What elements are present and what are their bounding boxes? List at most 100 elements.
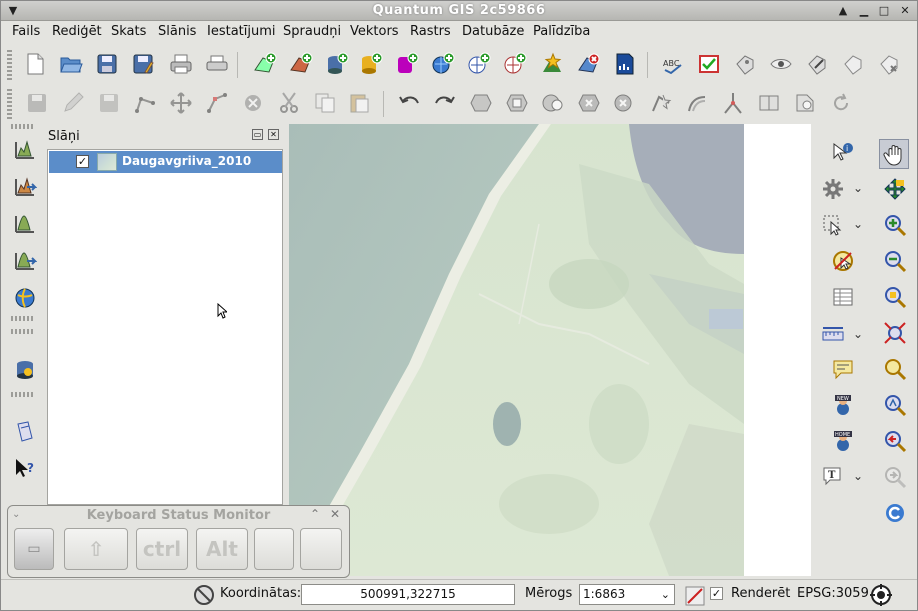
move-feature-icon[interactable] xyxy=(169,91,193,115)
menu-plugins[interactable]: Spraudņi xyxy=(283,24,341,39)
simplify-feature-icon[interactable] xyxy=(469,91,493,115)
zoom-out-icon[interactable] xyxy=(883,249,907,273)
layer-list[interactable]: ✓ Daugavgriiva_2010 xyxy=(47,149,283,505)
save-as-icon[interactable] xyxy=(131,52,155,76)
rotate-symbols-icon[interactable] xyxy=(829,91,853,115)
annotation-dropdown-arrow-icon[interactable]: ⌄ xyxy=(853,469,863,483)
float-panel-button[interactable]: ▭ xyxy=(252,129,263,140)
measure-dropdown-arrow-icon[interactable]: ⌄ xyxy=(853,327,863,341)
print-icon[interactable] xyxy=(205,52,229,76)
new-shapefile-icon[interactable] xyxy=(541,52,565,76)
toolbar-handle[interactable] xyxy=(7,50,12,80)
minimize-button[interactable]: ▁ xyxy=(856,3,872,19)
delete-part-icon[interactable] xyxy=(613,91,637,115)
maximize-button[interactable]: □ xyxy=(876,3,892,19)
save-edits-icon[interactable] xyxy=(25,91,49,115)
add-vector-layer-icon[interactable] xyxy=(253,52,277,76)
pan-map-icon[interactable] xyxy=(879,139,909,169)
zoom-last-icon[interactable] xyxy=(883,429,907,453)
copy-features-icon[interactable] xyxy=(313,91,337,115)
zoom-in-icon[interactable] xyxy=(883,213,907,237)
merge-features-icon[interactable] xyxy=(757,91,781,115)
help-manual-icon[interactable] xyxy=(13,420,37,444)
plugin-tag-icon[interactable] xyxy=(733,52,757,76)
menu-settings[interactable]: Iestatījumi xyxy=(207,24,276,39)
zoom-native-icon[interactable] xyxy=(883,393,907,417)
select-features-icon[interactable] xyxy=(821,213,845,237)
zoom-to-layer-icon[interactable] xyxy=(883,357,907,381)
add-wfs-layer-icon[interactable] xyxy=(503,52,527,76)
toolbar-handle[interactable] xyxy=(11,316,35,321)
add-ring-icon[interactable] xyxy=(505,91,529,115)
map-tips-icon[interactable] xyxy=(831,357,855,381)
tag-icon[interactable] xyxy=(841,52,865,76)
measure-line-icon[interactable] xyxy=(821,323,845,347)
zoom-next-icon[interactable] xyxy=(883,465,907,489)
close-button[interactable]: ✕ xyxy=(897,3,913,19)
delete-selected-icon[interactable] xyxy=(241,91,265,115)
add-mssql-layer-icon[interactable] xyxy=(395,52,419,76)
new-project-icon[interactable] xyxy=(23,52,47,76)
toolbar-handle[interactable] xyxy=(7,89,12,119)
add-postgis-layer-icon[interactable] xyxy=(325,52,349,76)
save-layer-edits-icon[interactable] xyxy=(97,91,121,115)
monitor-close-button[interactable]: ✕ xyxy=(330,507,340,521)
menu-vector[interactable]: Vektors xyxy=(350,24,399,39)
layer-item[interactable]: ✓ Daugavgriiva_2010 xyxy=(49,151,282,173)
add-spatialite-layer-icon[interactable] xyxy=(359,52,383,76)
stop-render-icon[interactable] xyxy=(683,584,705,606)
database-icon[interactable] xyxy=(13,358,37,382)
show-bookmarks-icon[interactable]: HOME xyxy=(831,429,855,453)
toggle-editing-icon[interactable] xyxy=(61,91,85,115)
menu-file[interactable]: Fails xyxy=(12,24,40,39)
menu-raster[interactable]: Rastrs xyxy=(410,24,451,39)
crs-globe-icon[interactable] xyxy=(869,583,892,606)
eye-tag-icon[interactable] xyxy=(769,52,793,76)
merge-attributes-icon[interactable] xyxy=(793,91,817,115)
deselect-features-icon[interactable] xyxy=(831,249,855,273)
add-raster-icon[interactable] xyxy=(13,175,37,199)
scale-combobox[interactable]: 1:6863 ⌄ xyxy=(579,584,675,605)
toolbar-handle[interactable] xyxy=(11,329,35,334)
close-panel-button[interactable]: ✕ xyxy=(268,129,279,140)
crs-status[interactable]: EPSG:3059 xyxy=(797,586,869,601)
new-gpx-layer-icon[interactable] xyxy=(613,52,637,76)
toolbar-handle[interactable] xyxy=(11,392,35,397)
tag-remove-icon[interactable] xyxy=(877,52,901,76)
reshape-icon[interactable] xyxy=(649,91,673,115)
text-annotation-icon[interactable]: T xyxy=(821,465,845,489)
refresh-map-icon[interactable] xyxy=(883,501,907,525)
new-bookmark-icon[interactable]: NEW xyxy=(831,393,855,417)
spellcheck-icon[interactable]: ABC xyxy=(661,52,685,76)
menu-layer[interactable]: Slānis xyxy=(158,24,196,39)
render-checkbox[interactable]: ✓ xyxy=(710,587,723,600)
add-raster-layer-icon[interactable] xyxy=(289,52,313,76)
print-composer-icon[interactable] xyxy=(169,52,193,76)
menu-edit[interactable]: Rediģēt xyxy=(52,24,102,39)
attribute-table-icon[interactable] xyxy=(831,285,855,309)
add-wms-icon[interactable] xyxy=(13,286,37,310)
offset-curve-icon[interactable] xyxy=(685,91,709,115)
identify-features-icon[interactable]: i xyxy=(831,141,855,165)
add-wms-layer-icon[interactable] xyxy=(431,52,455,76)
monitor-shade-button[interactable]: ⌃ xyxy=(310,507,320,521)
zoom-to-selection-icon[interactable] xyxy=(883,285,907,309)
scale-dropdown-arrow-icon[interactable]: ⌄ xyxy=(661,585,670,604)
add-part-icon[interactable] xyxy=(541,91,565,115)
remove-layer-icon[interactable] xyxy=(577,52,601,76)
menu-database[interactable]: Datubāze xyxy=(462,24,524,39)
save-project-icon[interactable] xyxy=(95,52,119,76)
add-wcs-layer-icon[interactable] xyxy=(467,52,491,76)
menu-help[interactable]: Palīdzība xyxy=(533,24,590,39)
zoom-full-icon[interactable] xyxy=(883,321,907,345)
toolbar-handle[interactable] xyxy=(11,124,35,129)
delete-ring-icon[interactable] xyxy=(577,91,601,115)
add-vector-icon[interactable] xyxy=(13,138,37,162)
title-bar[interactable]: ▼ Quantum GIS 2c59866 ▲ ▁ □ ✕ xyxy=(1,1,917,21)
cut-features-icon[interactable] xyxy=(277,91,301,115)
menu-view[interactable]: Skats xyxy=(111,24,146,39)
add-feature-icon[interactable] xyxy=(133,91,157,115)
action-dropdown-arrow-icon[interactable]: ⌄ xyxy=(853,181,863,195)
add-postgis-icon[interactable] xyxy=(13,212,37,236)
monitor-menu-icon[interactable]: ⌄ xyxy=(12,509,20,520)
